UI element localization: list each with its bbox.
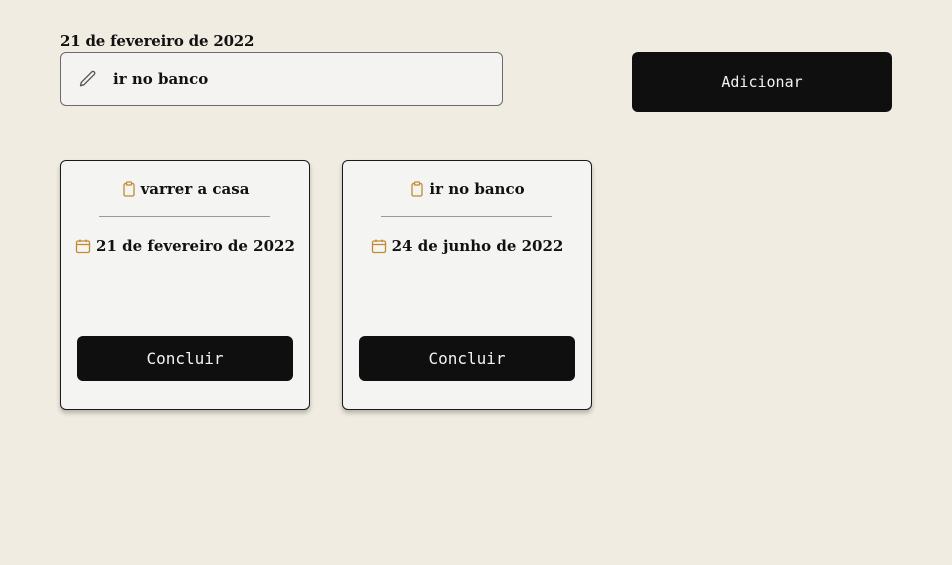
task-card-date-row: 24 de junho de 2022 [343,237,591,255]
current-date-label: 21 de fevereiro de 2022 [60,32,255,50]
task-card: varrer a casa 21 de fevereiro de 2022 Co… [60,160,310,410]
task-card-list: varrer a casa 21 de fevereiro de 2022 Co… [60,160,592,410]
calendar-icon [371,239,386,254]
task-card-title-row: ir no banco [343,180,591,198]
task-input-field[interactable] [60,52,503,106]
calendar-icon [75,239,91,254]
task-card-title: ir no banco [429,180,525,198]
clipboard-icon [411,181,424,197]
task-card-divider [381,216,552,217]
task-card-date: 21 de fevereiro de 2022 [96,237,295,255]
add-task-button[interactable]: Adicionar [632,52,892,112]
task-card: ir no banco 24 de junho de 2022 Concluir [342,160,592,410]
task-card-divider [99,216,270,217]
complete-task-button[interactable]: Concluir [359,336,575,381]
task-input[interactable] [113,70,483,88]
pencil-icon [79,70,96,87]
task-card-title: varrer a casa [140,180,250,198]
complete-task-button[interactable]: Concluir [77,336,293,381]
task-card-date-row: 21 de fevereiro de 2022 [61,237,309,255]
clipboard-icon [122,181,135,197]
task-card-date: 24 de junho de 2022 [391,237,564,255]
task-card-title-row: varrer a casa [61,180,309,198]
